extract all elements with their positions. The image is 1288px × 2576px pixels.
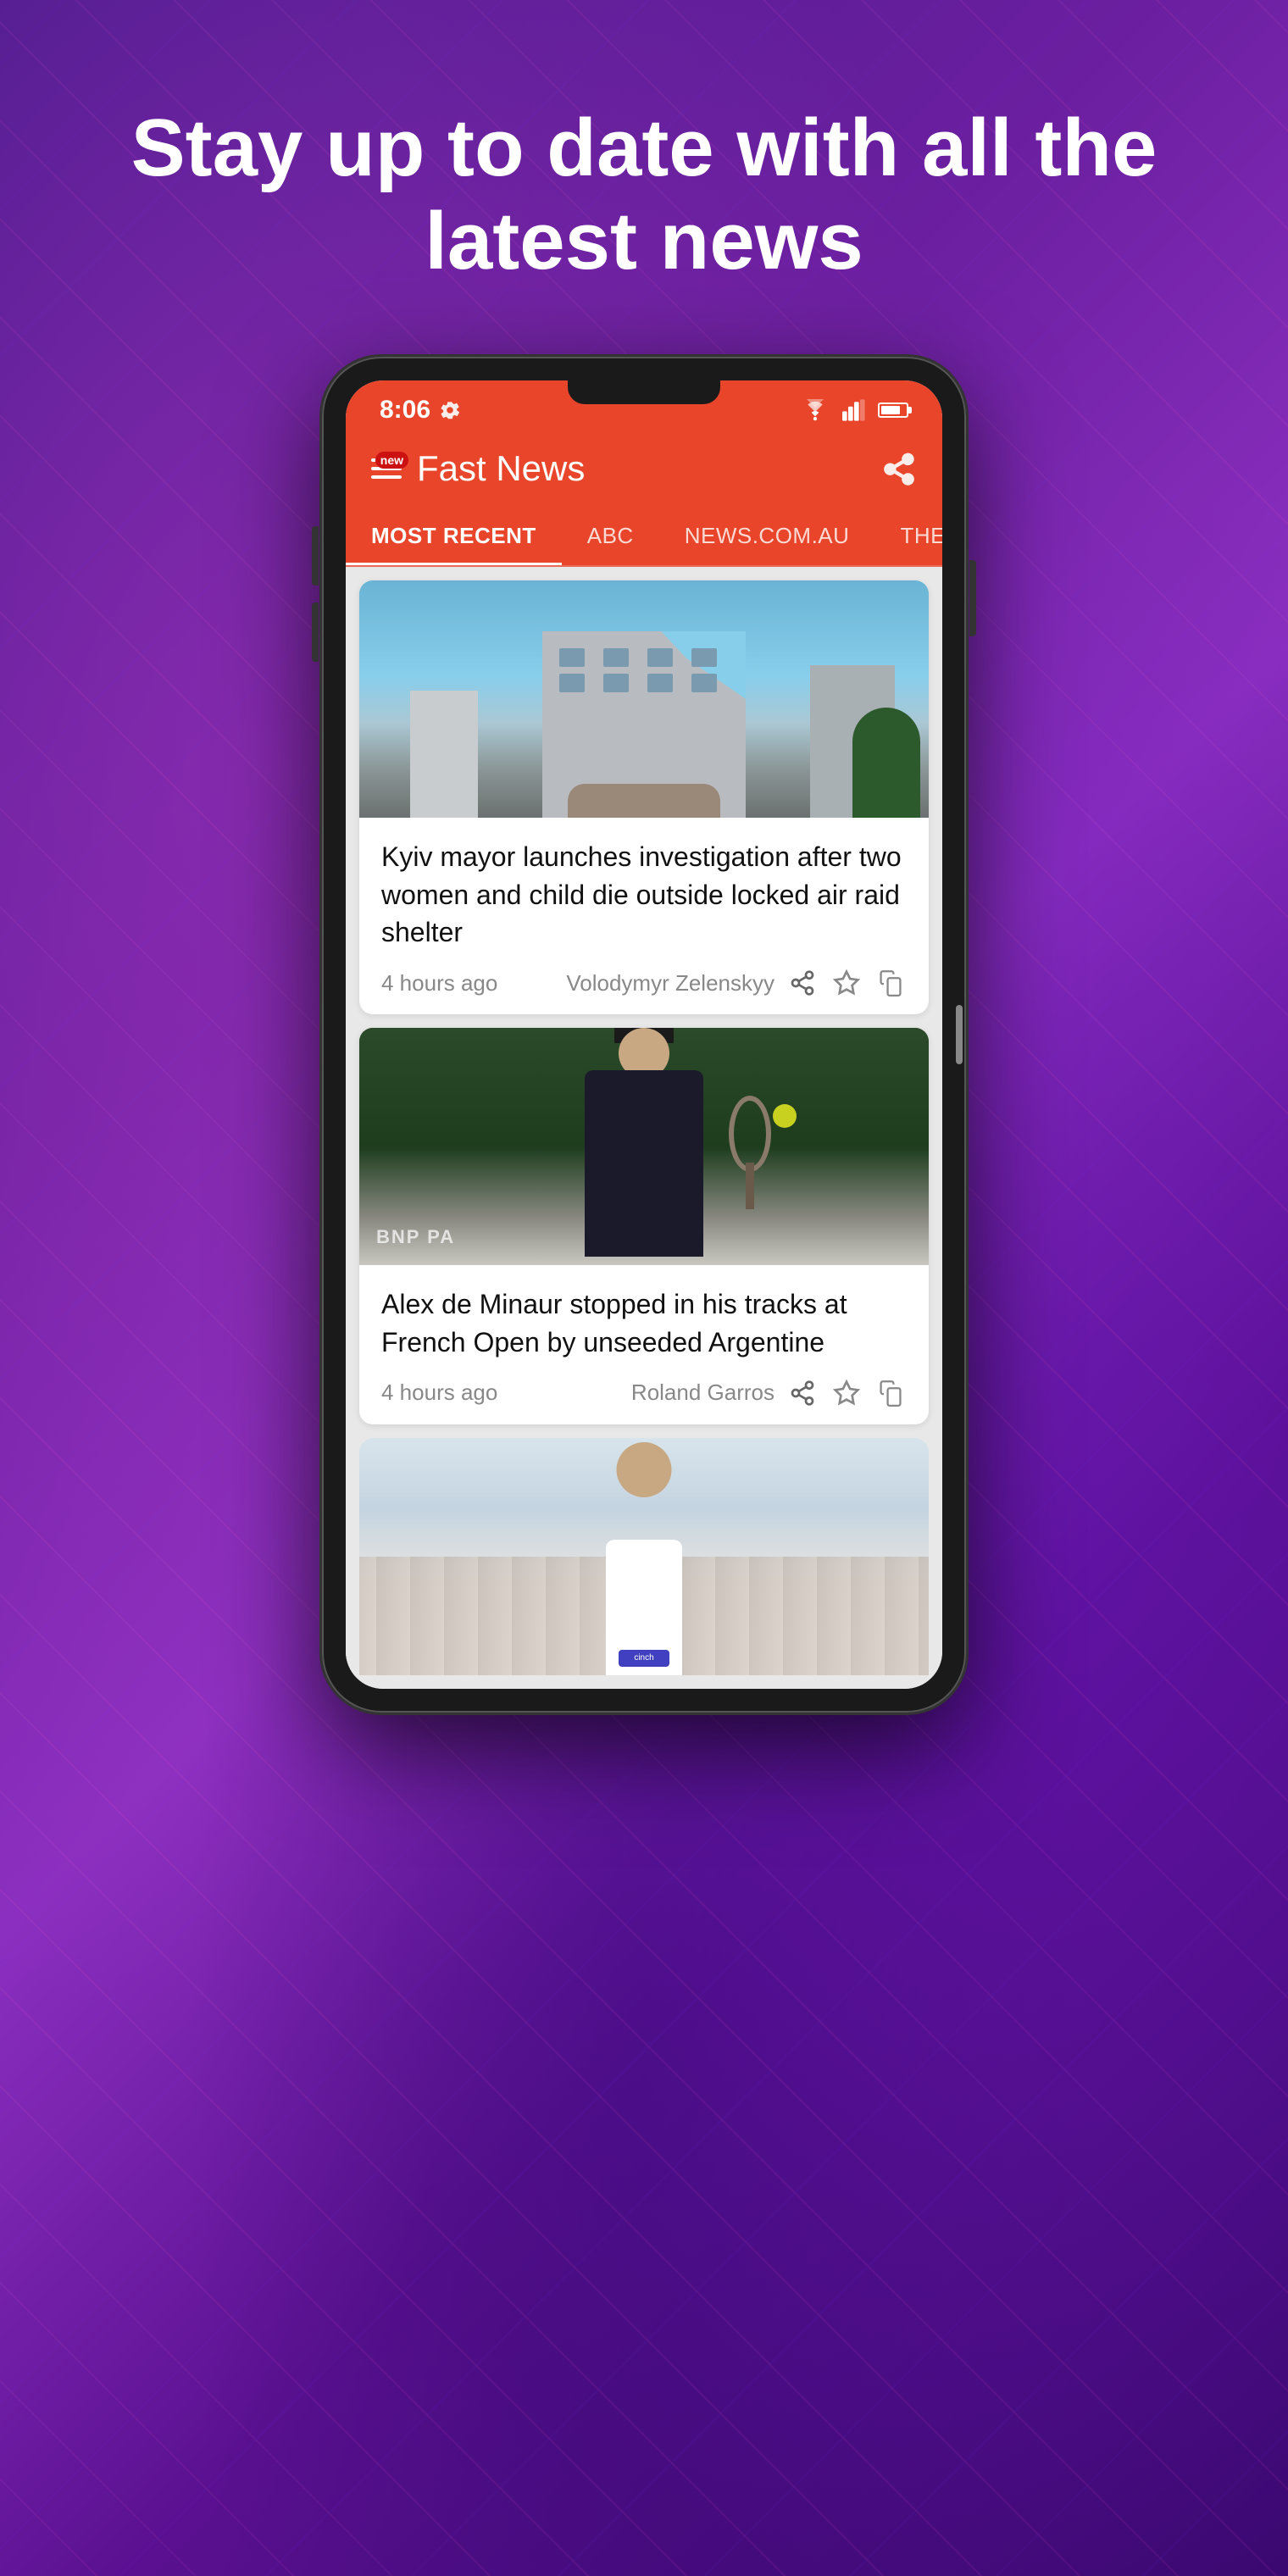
cricket-body: cinch <box>606 1540 682 1675</box>
phone-screen: 8:06 <box>346 380 942 1689</box>
card-content-2: Alex de Minaur stopped in his tracks at … <box>359 1265 929 1424</box>
building-windows <box>559 648 729 692</box>
card-image-2: BNP PA <box>359 1028 929 1265</box>
building-scene <box>359 580 929 818</box>
cricket-badge: cinch <box>619 1650 669 1667</box>
tennis-ball <box>773 1104 797 1128</box>
menu-button[interactable]: new <box>371 458 402 479</box>
star-button-2[interactable] <box>830 1377 863 1409</box>
copy-button-1[interactable] <box>874 967 907 999</box>
card-meta-1: 4 hours ago Volodymyr Zelenskyy <box>381 967 907 999</box>
tab-most-recent[interactable]: MOST RECENT <box>346 508 562 565</box>
app-header: new Fast News <box>346 433 942 508</box>
window <box>691 674 717 692</box>
window <box>691 648 717 667</box>
card-title-2: Alex de Minaur stopped in his tracks at … <box>381 1285 907 1362</box>
power-button <box>969 560 976 636</box>
page-headline: Stay up to date with all the latest news <box>0 0 1288 357</box>
card-content-1: Kyiv mayor launches investigation after … <box>359 818 929 1014</box>
card-meta-2: 4 hours ago Roland Garros <box>381 1377 907 1409</box>
card-actions-2: Roland Garros <box>631 1377 907 1409</box>
status-left: 8:06 <box>380 396 461 425</box>
news-card-3[interactable]: cinch <box>359 1438 929 1675</box>
nav-tabs: MOST RECENT ABC NEWS.COM.AU THE GUARDIAN… <box>346 508 942 567</box>
player-body <box>585 1070 703 1257</box>
card-image-1 <box>359 580 929 818</box>
window <box>559 648 585 667</box>
card-title-1: Kyiv mayor launches investigation after … <box>381 838 907 952</box>
rubble <box>568 784 720 818</box>
tennis-scene: BNP PA <box>359 1028 929 1265</box>
card-actions-1: Volodymyr Zelenskyy <box>566 967 907 999</box>
phone-notch <box>568 380 720 404</box>
share-curved-icon[interactable] <box>881 451 917 486</box>
window <box>603 674 629 692</box>
signal-icon <box>842 399 866 421</box>
header-left: new Fast News <box>371 448 585 489</box>
phone-frame: 8:06 <box>322 357 966 1713</box>
status-time: 8:06 <box>380 396 430 425</box>
window <box>603 648 629 667</box>
app-title: Fast News <box>417 448 585 489</box>
status-icons <box>800 399 908 421</box>
share-button-1[interactable] <box>786 967 819 999</box>
cricket-scene: cinch <box>359 1438 929 1675</box>
gear-icon <box>439 399 461 421</box>
news-feed: Kyiv mayor launches investigation after … <box>346 567 942 1689</box>
hamburger-line-3 <box>371 475 402 479</box>
racket <box>729 1096 771 1172</box>
share-button-2[interactable] <box>786 1377 819 1409</box>
volume-down-button <box>312 602 319 662</box>
building-left <box>410 691 478 818</box>
window <box>559 674 585 692</box>
racket-handle <box>746 1163 754 1209</box>
wifi-icon <box>800 399 830 421</box>
battery-icon <box>878 402 908 418</box>
window <box>647 648 673 667</box>
star-button-1[interactable] <box>830 967 863 999</box>
tab-guardian[interactable]: THE GUARDIAN AUSTRA… <box>874 508 942 565</box>
card-source-2: Roland Garros <box>631 1380 774 1406</box>
cricket-head <box>617 1442 672 1497</box>
tree <box>852 708 920 818</box>
news-card-2[interactable]: BNP PA Alex de Minaur stopped in his tra… <box>359 1028 929 1424</box>
cricket-player: cinch <box>589 1489 699 1675</box>
card-time-1: 4 hours ago <box>381 970 497 997</box>
window <box>647 674 673 692</box>
tab-news-com-au[interactable]: NEWS.COM.AU <box>659 508 875 565</box>
header-right-actions <box>881 451 917 486</box>
new-badge: new <box>375 452 408 469</box>
tab-abc[interactable]: ABC <box>562 508 659 565</box>
card-time-2: 4 hours ago <box>381 1380 497 1406</box>
volume-up-button <box>312 526 319 586</box>
copy-button-2[interactable] <box>874 1377 907 1409</box>
news-card-1[interactable]: Kyiv mayor launches investigation after … <box>359 580 929 1014</box>
card-source-1: Volodymyr Zelenskyy <box>566 970 774 997</box>
